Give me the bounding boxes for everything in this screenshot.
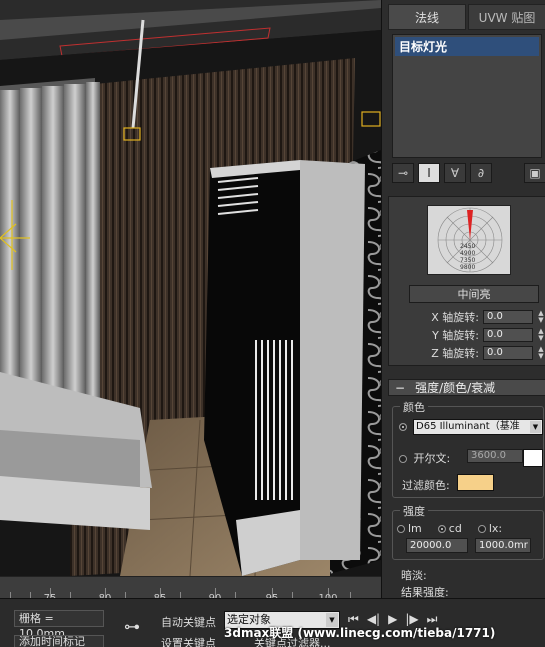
grid-size-readout: 栅格 = 10.0mm (14, 610, 104, 640)
color-preset-value: D65 Illuminant（基准 (416, 421, 520, 432)
intensity-distance-input[interactable]: 1000.0mr (475, 538, 531, 553)
preset-button[interactable]: 中间亮 (409, 285, 539, 303)
color-preset-dropdown[interactable]: D65 Illuminant（基准 ▼ (413, 419, 543, 435)
y-rotation-row: Y 轴旋转: 0.0 ▲ ▼ (395, 327, 545, 343)
kelvin-color-swatch[interactable] (523, 449, 543, 467)
result-intensity-label: 结果强度: (401, 586, 449, 598)
x-rotation-input[interactable]: 0.0 (483, 310, 533, 324)
filter-color-swatch[interactable] (457, 474, 494, 491)
intensity-group-title: 强度 (400, 503, 428, 519)
viewport-scene (0, 0, 381, 576)
intensity-units: lm cd lx: (397, 522, 502, 535)
timeline-track[interactable]: 75 80 85 90 95 100 (0, 576, 381, 604)
unit-lx[interactable]: lx: (477, 522, 502, 535)
kelvin-label: 开尔文: (413, 452, 451, 465)
kelvin-radio[interactable] (399, 455, 407, 463)
preset-radio[interactable] (399, 423, 407, 431)
intensity-rollout-title: 强度/颜色/衰减 (415, 381, 496, 395)
funnel-icon[interactable]: ∀ (444, 163, 466, 183)
list-item-target-light[interactable]: 目标灯光 (395, 37, 539, 56)
pipe-icon[interactable]: Ⅰ (418, 163, 440, 183)
modifier-icon[interactable]: ∂ (470, 163, 492, 183)
kelvin-input[interactable]: 3600.0 (467, 449, 523, 463)
modifier-tabs: 法线 UVW 贴图 (388, 4, 545, 30)
tab-uvw-map[interactable]: UVW 贴图 (468, 4, 545, 30)
preview-label-4: 9800 (460, 264, 475, 271)
configure-icon[interactable]: ▣ (524, 163, 545, 183)
distribution-rollout: 2450 4900 7350 9800 中间亮 X 轴旋转: 0.0 ▲ ▼ Y … (388, 196, 545, 366)
z-rotation-input[interactable]: 0.0 (483, 346, 533, 360)
modifier-stack-list[interactable]: 目标灯光 (392, 34, 542, 158)
add-time-tag-button[interactable]: 添加时间标记 (14, 635, 104, 647)
watermark-text: 3dmax联盟 (www.linecg.com/tieba/1771) (224, 626, 496, 640)
preview-label-1: 2450 (460, 243, 475, 250)
unit-cd[interactable]: cd (437, 522, 462, 535)
preview-label-2: 4900 (460, 250, 475, 257)
y-rotation-label: Y 轴旋转: (432, 329, 479, 342)
y-rotation-spinner[interactable]: ▲ ▼ (537, 328, 545, 342)
intensity-rollout-header[interactable]: − 强度/颜色/衰减 (388, 379, 545, 396)
auto-key-button[interactable]: 自动关键点 (161, 614, 216, 630)
3d-viewport[interactable] (0, 0, 381, 576)
stack-toolbar: ⊸ Ⅰ ∀ ∂ ▣ (392, 163, 545, 185)
z-rotation-row: Z 轴旋转: 0.0 ▲ ▼ (395, 345, 545, 361)
z-rotation-label: Z 轴旋转: (431, 347, 479, 360)
web-distribution-preview[interactable]: 2450 4900 7350 9800 (427, 205, 511, 275)
intensity-value-input[interactable]: 20000.0 (406, 538, 468, 553)
set-key-button[interactable]: 设置关键点 (161, 635, 216, 647)
key-icon[interactable]: ⊶ (124, 617, 140, 636)
color-group-title: 颜色 (400, 399, 428, 415)
distribution-graph: 2450 4900 7350 9800 (437, 207, 503, 273)
x-rotation-row: X 轴旋转: 0.0 ▲ ▼ (395, 309, 545, 325)
preview-label-3: 7350 (460, 257, 475, 264)
dimming-label: 暗淡: (401, 569, 427, 582)
pin-icon[interactable]: ⊸ (392, 163, 414, 183)
command-panel: 法线 UVW 贴图 目标灯光 ⊸ Ⅰ ∀ ∂ ▣ 2450 4900 7350 … (381, 0, 545, 598)
x-rotation-spinner[interactable]: ▲ ▼ (537, 310, 545, 324)
filter-color-label: 过滤颜色: (402, 479, 450, 492)
kelvin-row: 开尔文: 3600.0 (399, 449, 523, 466)
unit-lm[interactable]: lm (397, 522, 422, 535)
y-rotation-input[interactable]: 0.0 (483, 328, 533, 342)
collapse-icon: − (395, 380, 406, 395)
z-rotation-spinner[interactable]: ▲ ▼ (537, 346, 545, 360)
dropdown-arrow-icon: ▼ (530, 421, 541, 433)
tab-normal[interactable]: 法线 (388, 4, 466, 30)
x-rotation-label: X 轴旋转: (431, 311, 479, 324)
